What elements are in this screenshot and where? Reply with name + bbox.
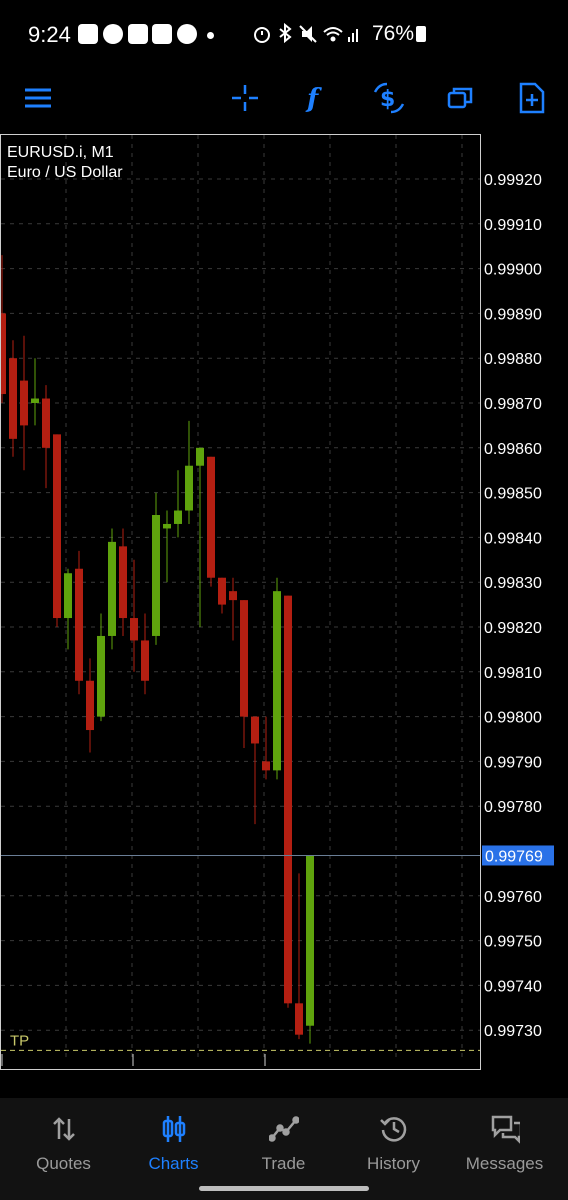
new-order-button[interactable] <box>508 74 556 122</box>
trade-line-icon <box>268 1114 299 1144</box>
price-tick-label: 0.99760 <box>484 889 542 906</box>
instagram-icon <box>128 24 148 44</box>
price-tick-label: 0.99920 <box>484 172 542 189</box>
nav-charts[interactable]: Charts <box>117 1098 230 1188</box>
menu-icon <box>25 88 51 108</box>
indicators-button[interactable]: f <box>292 74 340 122</box>
price-tick-label: 0.99880 <box>484 351 542 368</box>
chart-frame <box>0 134 481 1070</box>
battery-percent: 76% <box>372 22 415 45</box>
current-price-label: 0.99769 <box>485 848 543 865</box>
quotes-arrows-icon <box>49 1114 79 1144</box>
alarm-icon <box>254 27 270 43</box>
price-tick-label: 0.99800 <box>484 710 542 727</box>
app-icon <box>152 24 172 44</box>
menu-button[interactable] <box>14 74 62 122</box>
crosshair-button[interactable] <box>221 74 269 122</box>
game-icon <box>78 24 98 44</box>
nav-label: Trade <box>261 1154 306 1173</box>
price-tick-label: 0.99850 <box>484 486 542 503</box>
bluetooth-icon <box>279 22 292 44</box>
price-tick-label: 0.99900 <box>484 262 542 279</box>
price-tick-label: 0.99730 <box>484 1023 542 1040</box>
price-axis: 0.99920 0.99910 0.99900 0.99890 0.99880 0.998… <box>484 172 542 1040</box>
bottom-navigation: Quotes Charts Trade History Messages <box>0 1098 568 1200</box>
price-tick-label: 0.99740 <box>484 978 542 995</box>
charts-candles-icon <box>159 1114 189 1144</box>
price-tick-label: 0.99780 <box>484 799 542 816</box>
new-order-icon <box>519 82 545 114</box>
trade-icon: $ <box>373 82 405 114</box>
nav-label: History <box>367 1154 420 1173</box>
chart-area[interactable]: 0.99769 TP 0.99920 0.99910 0.99900 0.99890 0.… <box>0 134 568 1070</box>
nav-label: Charts <box>148 1154 199 1173</box>
svg-text:$: $ <box>380 87 395 112</box>
messages-chat-icon <box>490 1114 520 1144</box>
svg-text:f: f <box>305 84 322 113</box>
status-bar: 9:24 76% <box>0 0 568 68</box>
history-clock-icon <box>379 1114 409 1144</box>
bet365-icon <box>177 24 197 44</box>
status-time: 9:24 <box>28 22 71 47</box>
notification-dot-icon <box>207 32 214 39</box>
trade-button[interactable]: $ <box>365 74 413 122</box>
nav-history[interactable]: History <box>337 1098 450 1188</box>
status-right-icons <box>254 22 358 44</box>
chart-symbol: EURUSD.i, M1 <box>7 144 114 161</box>
windows-icon <box>447 87 473 109</box>
price-tick-label: 0.99840 <box>484 530 542 547</box>
signal-icon <box>348 29 358 42</box>
nav-trade[interactable]: Trade <box>227 1098 340 1188</box>
crosshair-icon <box>232 85 258 111</box>
nav-quotes[interactable]: Quotes <box>7 1098 120 1188</box>
wifi-icon <box>323 27 343 42</box>
price-tick-label: 0.99820 <box>484 620 542 637</box>
price-tick-label: 0.99810 <box>484 665 542 682</box>
windows-button[interactable] <box>436 74 484 122</box>
mute-icon <box>299 25 317 43</box>
price-tick-label: 0.99830 <box>484 575 542 592</box>
battery-icon <box>416 26 426 42</box>
price-tick-label: 0.99910 <box>484 217 542 234</box>
nav-messages[interactable]: Messages <box>448 1098 561 1188</box>
price-tick-label: 0.99870 <box>484 396 542 413</box>
home-indicator <box>199 1186 369 1191</box>
chart-description: Euro / US Dollar <box>7 164 123 181</box>
indicators-icon: f <box>305 84 322 113</box>
facebook-icon <box>103 24 123 44</box>
nav-label: Quotes <box>36 1154 91 1173</box>
price-tick-label: 0.99890 <box>484 306 542 323</box>
price-tick-label: 0.99860 <box>484 441 542 458</box>
nav-label: Messages <box>465 1154 544 1173</box>
price-tick-label: 0.99750 <box>484 934 542 951</box>
price-tick-label: 0.99790 <box>484 754 542 771</box>
chart-toolbar: f $ <box>0 68 568 128</box>
